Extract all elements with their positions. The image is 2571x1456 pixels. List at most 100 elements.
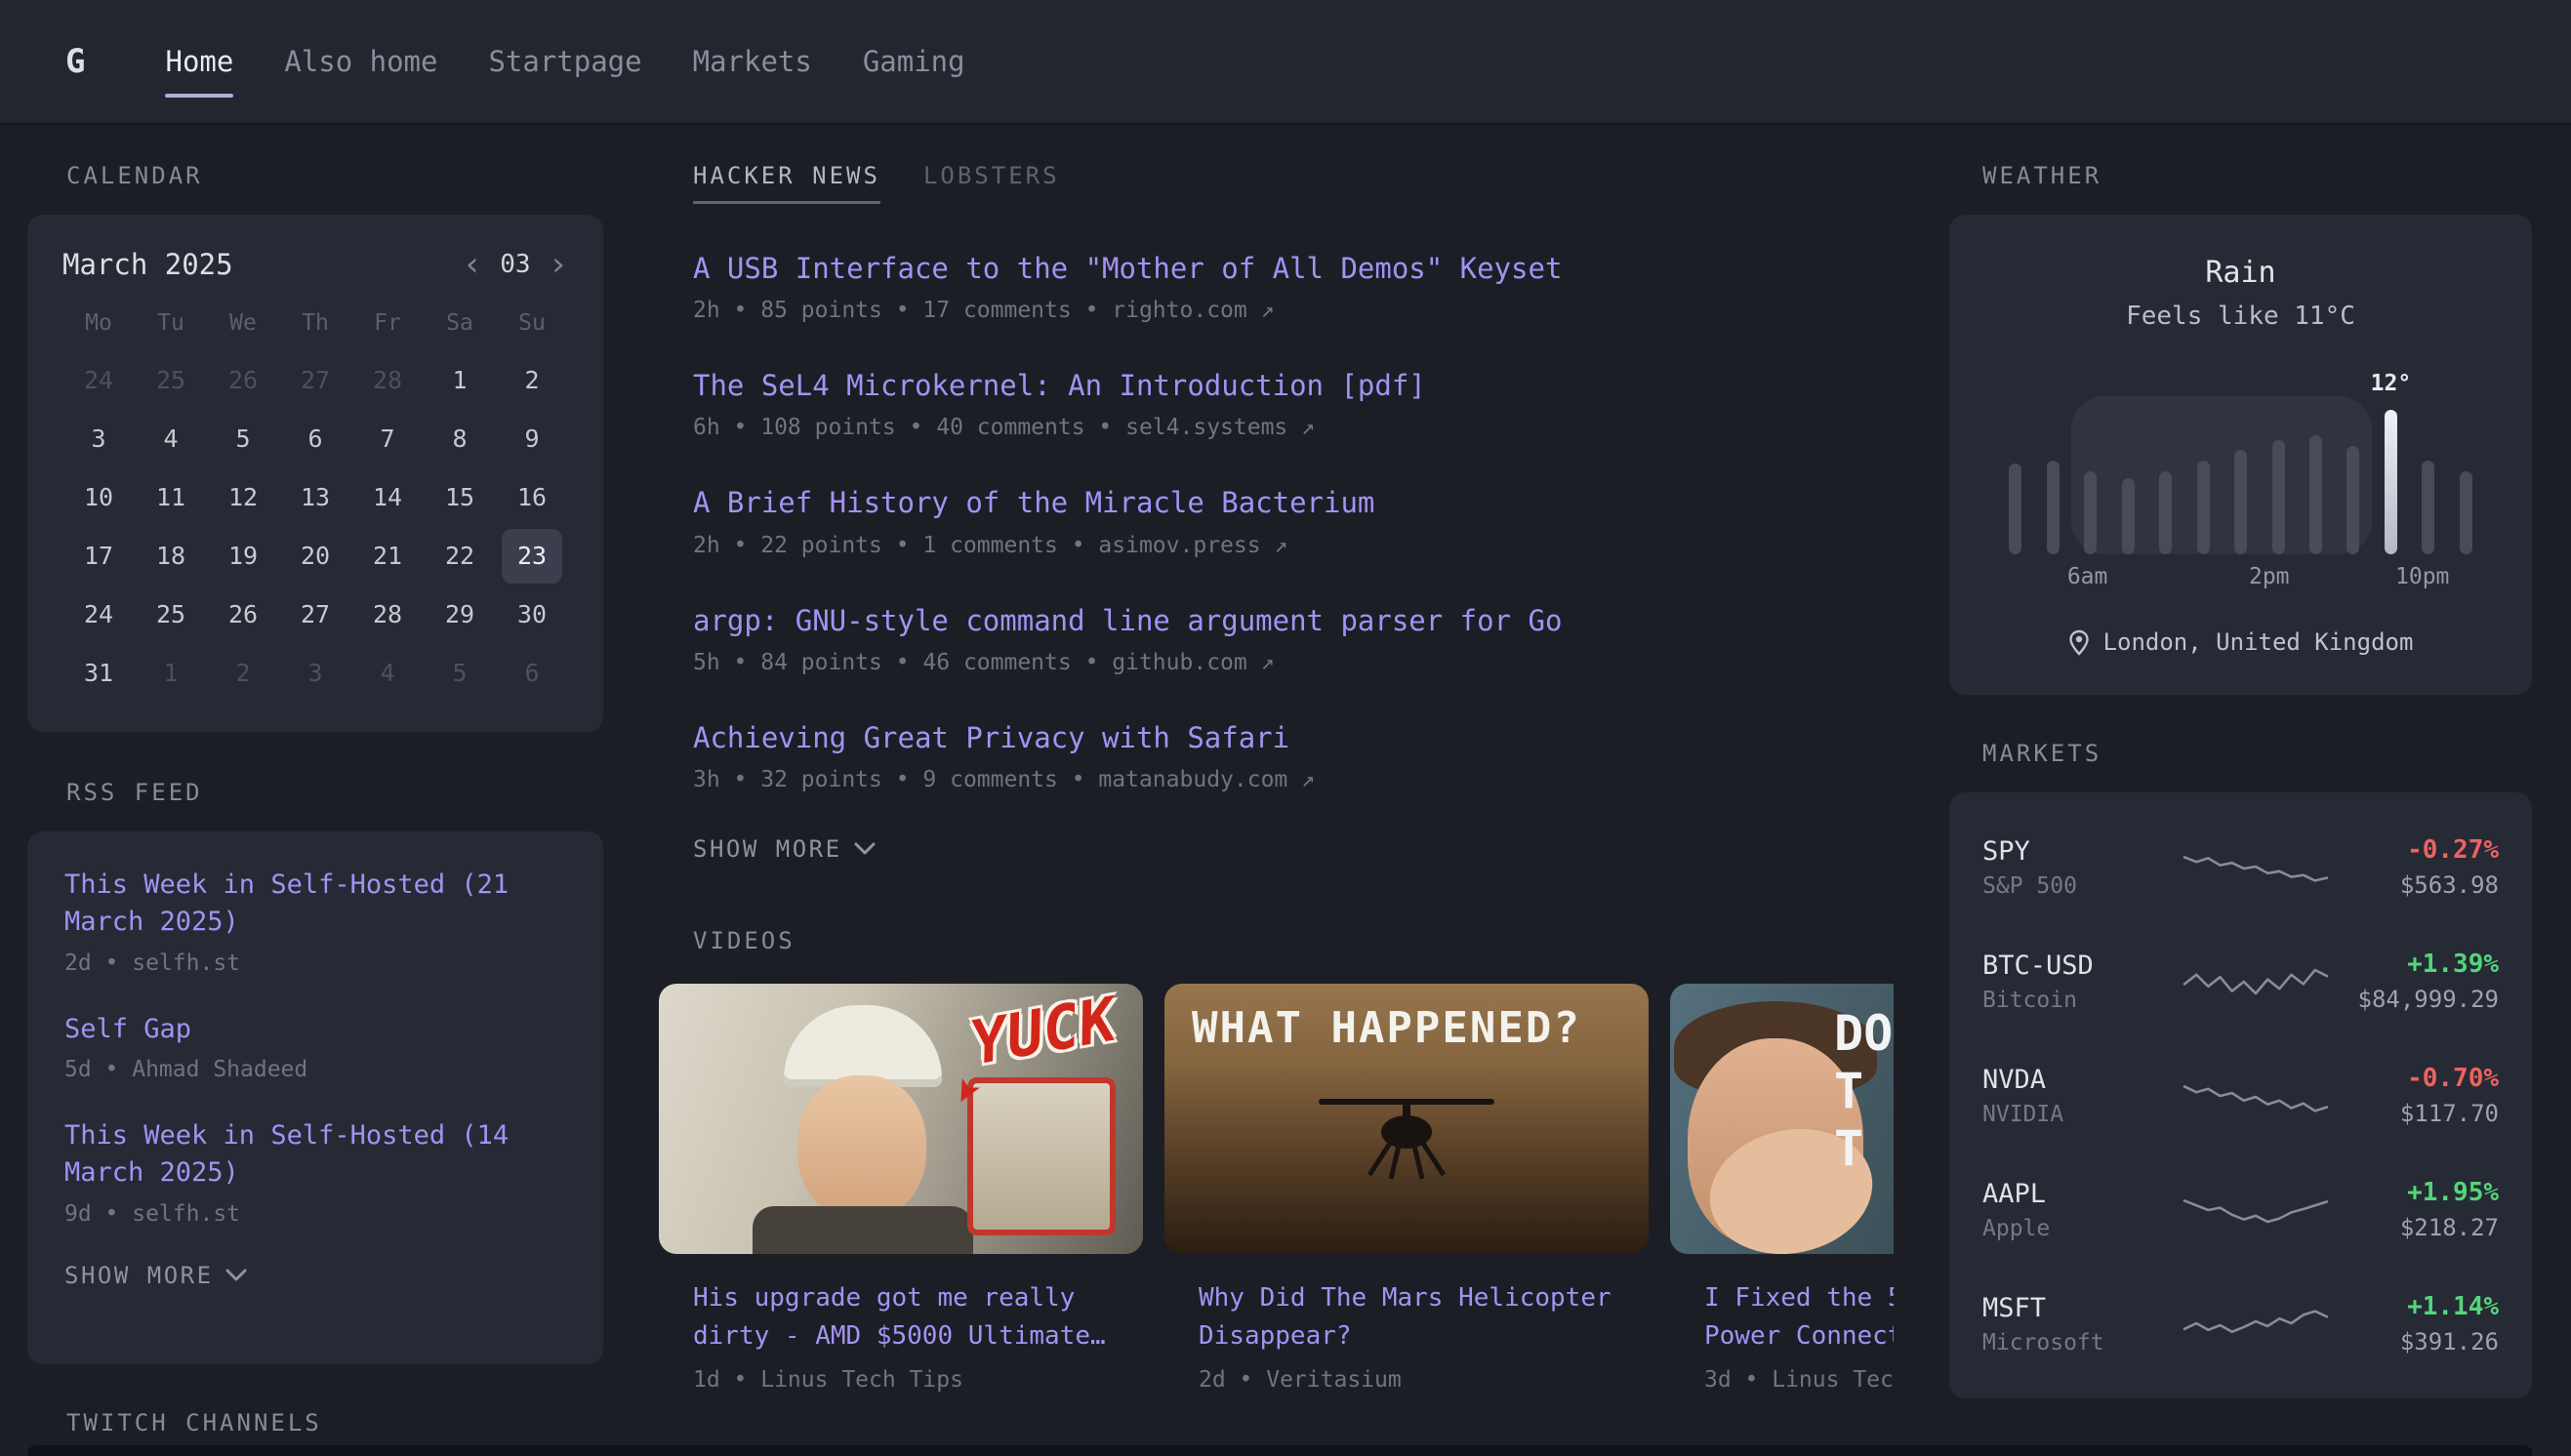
calendar-day[interactable]: 27: [285, 353, 346, 408]
calendar-day[interactable]: 7: [357, 412, 418, 466]
calendar-day[interactable]: 16: [502, 470, 562, 525]
market-symbol: SPY: [1982, 836, 2178, 867]
nav-tab-startpage[interactable]: Startpage: [488, 45, 641, 78]
thumbnail-overlay-text: WHAT HAPPENED?: [1192, 1003, 1581, 1053]
calendar-day[interactable]: 5: [213, 412, 273, 466]
video-thumbnail[interactable]: YUCK➤: [659, 984, 1143, 1254]
video-title[interactable]: I Fixed the 5Power Connect: [1704, 1279, 1894, 1355]
calendar-next-icon[interactable]: ›: [549, 248, 568, 281]
calendar-prev-icon[interactable]: ‹: [463, 248, 482, 281]
calendar-day[interactable]: 4: [141, 412, 201, 466]
market-right: +1.95%$218.27: [2333, 1178, 2499, 1241]
calendar-day[interactable]: 24: [68, 587, 129, 642]
sparkline-graphic: [2183, 1297, 2329, 1352]
rss-item-title[interactable]: Self Gap: [64, 1011, 566, 1048]
temperature-bar: [2347, 446, 2359, 554]
weather-condition: Rain: [1984, 256, 2497, 290]
video-title[interactable]: His upgrade got me reallydirty - AMD $50…: [693, 1279, 1143, 1355]
calendar-day[interactable]: 10: [68, 470, 129, 525]
weather-bar-cell: [2184, 374, 2222, 554]
rss-show-more-button[interactable]: SHOW MORE: [64, 1262, 566, 1289]
calendar-day[interactable]: 2: [213, 646, 273, 701]
news-show-more-button[interactable]: SHOW MORE: [693, 835, 1894, 863]
calendar-day[interactable]: 29: [429, 587, 490, 642]
app-logo[interactable]: G: [65, 42, 85, 81]
top-nav: G Home Also home Startpage Markets Gaming: [0, 0, 2571, 123]
news-item-title[interactable]: A USB Interface to the "Mother of All De…: [693, 249, 1894, 289]
rss-item-title[interactable]: This Week in Self-Hosted (21 March 2025): [64, 867, 566, 942]
nav-tab-home[interactable]: Home: [165, 45, 233, 78]
calendar-day[interactable]: 18: [141, 529, 201, 584]
nav-tab-also-home[interactable]: Also home: [284, 45, 437, 78]
calendar-day[interactable]: 30: [502, 587, 562, 642]
rss-item-title[interactable]: This Week in Self-Hosted (14 March 2025): [64, 1117, 566, 1193]
video-thumbnail[interactable]: WHAT HAPPENED?: [1164, 984, 1649, 1254]
calendar-day[interactable]: 26: [213, 353, 273, 408]
weather-bar-cell: [2222, 374, 2259, 554]
calendar-day[interactable]: 4: [357, 646, 418, 701]
weather-bar-cell: [2410, 374, 2447, 554]
calendar-day[interactable]: 26: [213, 587, 273, 642]
calendar-day[interactable]: 25: [141, 587, 201, 642]
calendar-day-selected[interactable]: 23: [502, 529, 562, 584]
calendar-day[interactable]: 21: [357, 529, 418, 584]
calendar-day[interactable]: 11: [141, 470, 201, 525]
news-item-title[interactable]: A Brief History of the Miracle Bacterium: [693, 483, 1894, 523]
calendar-day[interactable]: 25: [141, 353, 201, 408]
face-graphic: [797, 1075, 926, 1220]
calendar-day[interactable]: 14: [357, 470, 418, 525]
news-item-title[interactable]: argp: GNU-style command line argument pa…: [693, 601, 1894, 641]
market-row-spy[interactable]: SPYS&P 500-0.27%$563.98: [1982, 810, 2499, 924]
calendar-day[interactable]: 20: [285, 529, 346, 584]
calendar-day[interactable]: 31: [68, 646, 129, 701]
calendar-day[interactable]: 6: [285, 412, 346, 466]
calendar-day[interactable]: 15: [429, 470, 490, 525]
video-title[interactable]: Why Did The Mars HelicopterDisappear?: [1199, 1279, 1649, 1355]
calendar-day[interactable]: 8: [429, 412, 490, 466]
calendar-day[interactable]: 19: [213, 529, 273, 584]
calendar-day[interactable]: 9: [502, 412, 562, 466]
calendar-day[interactable]: 17: [68, 529, 129, 584]
tab-hacker-news[interactable]: HACKER NEWS: [693, 162, 880, 204]
calendar-day[interactable]: 27: [285, 587, 346, 642]
calendar-day[interactable]: 28: [357, 587, 418, 642]
calendar-day[interactable]: 1: [141, 646, 201, 701]
tab-lobsters[interactable]: LOBSTERS: [923, 162, 1060, 201]
calendar-day[interactable]: 24: [68, 353, 129, 408]
calendar-day[interactable]: 5: [429, 646, 490, 701]
calendar-day[interactable]: 12: [213, 470, 273, 525]
time-label: [2325, 564, 2360, 589]
right-column: WEATHER Rain Feels like 11°C 12° 6am2pm1…: [1949, 162, 2532, 1398]
market-row-msft[interactable]: MSFTMicrosoft+1.14%$391.26: [1982, 1267, 2499, 1381]
market-symbol: NVDA: [1982, 1065, 2178, 1095]
calendar-day[interactable]: 1: [429, 353, 490, 408]
nav-tab-gaming[interactable]: Gaming: [863, 45, 965, 78]
video-card: YUCK➤ His upgrade got me reallydirty - AM…: [659, 984, 1143, 1393]
market-change: +1.14%: [2333, 1292, 2499, 1321]
calendar-section-label: CALENDAR: [66, 162, 603, 189]
market-row-btc-usd[interactable]: BTC-USDBitcoin+1.39%$84,999.29: [1982, 924, 2499, 1038]
market-sparkline: [2178, 954, 2333, 1009]
sparkline-graphic: [2183, 840, 2329, 895]
calendar-day[interactable]: 3: [68, 412, 129, 466]
market-row-nvda[interactable]: NVDANVIDIA-0.70%$117.70: [1982, 1038, 2499, 1153]
rss-widget: This Week in Self-Hosted (21 March 2025)…: [27, 831, 603, 1364]
news-item-title[interactable]: The SeL4 Microkernel: An Introduction [p…: [693, 366, 1894, 406]
weather-bar-cell: [2071, 374, 2108, 554]
calendar-day[interactable]: 6: [502, 646, 562, 701]
calendar-day[interactable]: 3: [285, 646, 346, 701]
video-thumbnail[interactable]: DOTT: [1670, 984, 1894, 1254]
news-item-title[interactable]: Achieving Great Privacy with Safari: [693, 718, 1894, 758]
overlay-line: T: [1834, 1063, 1893, 1120]
calendar-day[interactable]: 22: [429, 529, 490, 584]
calendar-day[interactable]: 2: [502, 353, 562, 408]
rss-list: This Week in Self-Hosted (21 March 2025)…: [64, 867, 566, 1227]
calendar-day[interactable]: 28: [357, 353, 418, 408]
rss-section-label: RSS FEED: [66, 779, 603, 806]
sparkline-graphic: [2183, 1069, 2329, 1123]
calendar-day[interactable]: 13: [285, 470, 346, 525]
market-row-aapl[interactable]: AAPLApple+1.95%$218.27: [1982, 1153, 2499, 1267]
calendar-month-badge: 03: [500, 250, 530, 279]
market-change: +1.95%: [2333, 1178, 2499, 1207]
nav-tab-markets[interactable]: Markets: [693, 45, 812, 78]
